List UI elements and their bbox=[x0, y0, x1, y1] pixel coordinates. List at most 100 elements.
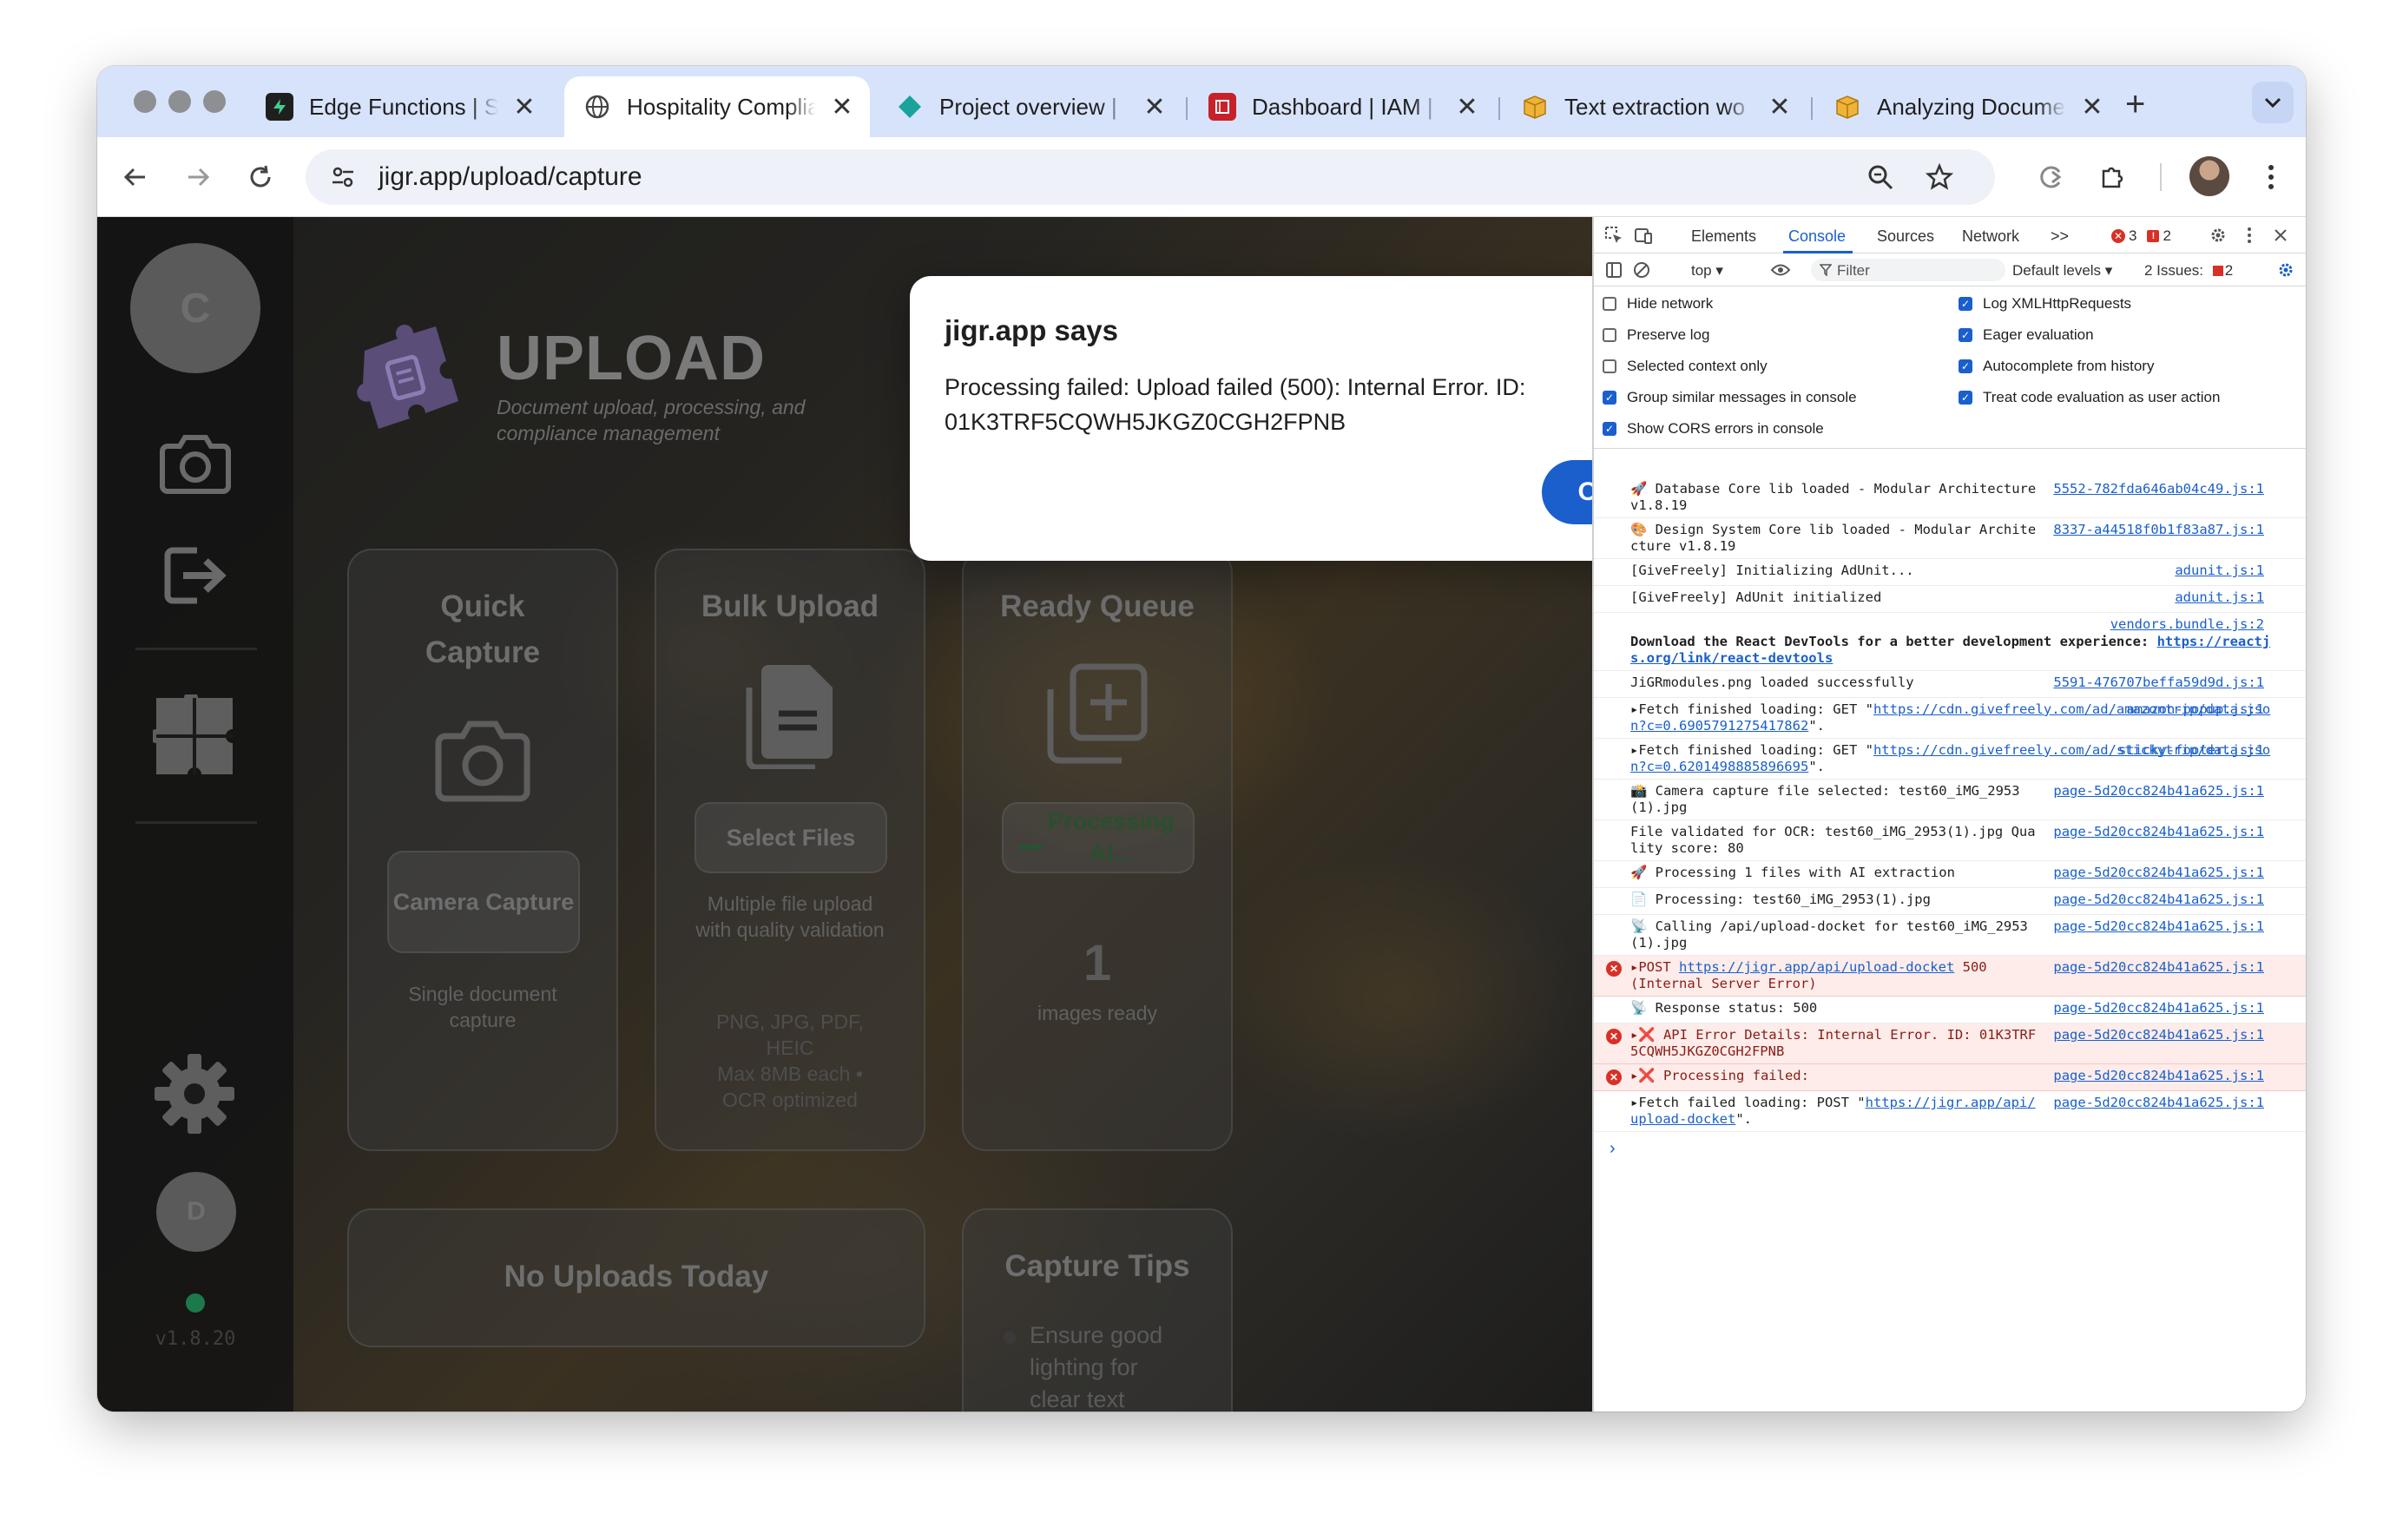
checkbox[interactable]: ✓ bbox=[1959, 328, 1972, 342]
settings-gear-icon[interactable] bbox=[2207, 224, 2229, 247]
console-filter-input[interactable]: Filter bbox=[1811, 259, 2005, 281]
setting-preserve-log[interactable]: Preserve log bbox=[1603, 326, 1709, 344]
setting-cors-errors[interactable]: ✓ Show CORS errors in console bbox=[1603, 420, 1824, 438]
more-tabs-button[interactable]: >> bbox=[2051, 227, 2069, 246]
setting-selected-context[interactable]: Selected context only bbox=[1603, 358, 1768, 375]
close-tab-icon[interactable]: ✕ bbox=[1453, 92, 1481, 122]
setting-hide-network[interactable]: Hide network bbox=[1603, 295, 1713, 313]
close-tab-icon[interactable]: ✕ bbox=[2078, 92, 2106, 122]
tab-elements[interactable]: Elements bbox=[1691, 227, 1756, 246]
log-source-link[interactable]: page-5d20cc824b41a625.js:1 bbox=[2053, 783, 2264, 800]
forward-button[interactable] bbox=[177, 156, 219, 198]
user-avatar[interactable]: C bbox=[130, 243, 260, 373]
checkbox[interactable]: ✓ bbox=[1959, 391, 1972, 405]
tab-edge-functions[interactable]: Edge Functions | S ✕ bbox=[247, 76, 552, 137]
console-prompt[interactable]: › bbox=[1594, 1132, 2306, 1159]
extensions-puzzle-icon[interactable] bbox=[2092, 156, 2134, 198]
url-text[interactable]: jigr.app/upload/capture bbox=[379, 162, 642, 192]
log-levels-dropdown[interactable]: Default levels ▾ bbox=[2012, 262, 2112, 280]
processing-ai-button[interactable]: Processing AI... bbox=[1002, 802, 1195, 873]
console-message[interactable]: ▸Fetch failed loading: POST "https://jig… bbox=[1594, 1091, 2306, 1132]
clear-console-icon[interactable] bbox=[1630, 259, 1653, 281]
tab-search-button[interactable] bbox=[2252, 82, 2294, 123]
secondary-avatar[interactable]: D bbox=[156, 1172, 236, 1252]
checkbox[interactable]: ✓ bbox=[1603, 391, 1616, 405]
log-source-link[interactable]: 5591-476707beffa59d9d.js:1 bbox=[2053, 675, 2264, 691]
close-devtools-icon[interactable] bbox=[2269, 224, 2292, 247]
log-link[interactable]: https://jigr.app/api/upload-docket bbox=[1679, 959, 1954, 975]
gear-icon[interactable] bbox=[151, 1050, 238, 1137]
setting-autocomplete[interactable]: ✓ Autocomplete from history bbox=[1959, 358, 2154, 375]
new-tab-button[interactable]: + bbox=[2125, 87, 2145, 122]
checkbox[interactable] bbox=[1603, 359, 1616, 373]
setting-eager-eval[interactable]: ✓ Eager evaluation bbox=[1959, 326, 2094, 344]
close-tab-icon[interactable]: ✕ bbox=[510, 92, 538, 122]
context-selector[interactable]: top ▾ bbox=[1691, 262, 1723, 280]
console-message[interactable]: ▸Fetch finished loading: GET "https://cd… bbox=[1594, 698, 2306, 739]
log-source-link[interactable]: 8337-a44518f0b1f83a87.js:1 bbox=[2053, 522, 2264, 538]
minimize-window-button[interactable] bbox=[168, 90, 191, 113]
log-source-link[interactable]: amazon-popup.js:1 bbox=[2126, 701, 2264, 718]
error-count-badge[interactable]: ✕ 3 ! 2 bbox=[2111, 227, 2171, 245]
log-source-link[interactable]: page-5d20cc824b41a625.js:1 bbox=[2053, 1000, 2264, 1017]
tab-network[interactable]: Network bbox=[1962, 227, 2019, 246]
tab-text-extraction[interactable]: Text extraction wo ✕ bbox=[1502, 76, 1807, 137]
log-source-link[interactable]: page-5d20cc824b41a625.js:1 bbox=[2053, 1095, 2264, 1111]
profile-avatar[interactable] bbox=[2189, 156, 2229, 196]
tab-hospitality[interactable]: Hospitality Complia ✕ bbox=[564, 76, 870, 137]
log-source-link[interactable]: sticky-footer.js:1 bbox=[2118, 742, 2264, 759]
device-toolbar-icon[interactable] bbox=[1632, 224, 1655, 247]
log-source-link[interactable]: page-5d20cc824b41a625.js:1 bbox=[2053, 918, 2264, 935]
log-source-link[interactable]: page-5d20cc824b41a625.js:1 bbox=[2053, 865, 2264, 881]
inspect-element-icon[interactable] bbox=[1603, 224, 1625, 247]
log-source-link[interactable]: page-5d20cc824b41a625.js:1 bbox=[2053, 959, 2264, 976]
setting-log-xhr[interactable]: ✓ Log XMLHttpRequests bbox=[1959, 295, 2131, 313]
zoom-icon[interactable] bbox=[1860, 156, 1901, 198]
reload-button[interactable] bbox=[240, 156, 281, 198]
tab-console[interactable]: Console bbox=[1788, 227, 1846, 246]
close-tab-icon[interactable]: ✕ bbox=[1766, 92, 1794, 122]
camera-icon[interactable] bbox=[156, 424, 234, 502]
sidebar-toggle-icon[interactable] bbox=[1603, 259, 1625, 281]
console-error[interactable]: ✕ ▸❌ Processing failed: page-5d20cc824b41a… bbox=[1594, 1064, 2306, 1091]
tab-sources[interactable]: Sources bbox=[1877, 227, 1934, 246]
checkbox[interactable]: ✓ bbox=[1959, 359, 1972, 373]
tab-dashboard-iam[interactable]: Dashboard | IAM | ✕ bbox=[1189, 76, 1495, 137]
log-source-link[interactable]: adunit.js:1 bbox=[2175, 589, 2264, 606]
checkbox[interactable]: ✓ bbox=[1603, 422, 1616, 436]
back-button[interactable] bbox=[115, 156, 156, 198]
site-settings-icon[interactable] bbox=[330, 164, 356, 190]
checkbox[interactable] bbox=[1603, 328, 1616, 342]
setting-treat-eval[interactable]: ✓ Treat code evaluation as user action bbox=[1959, 389, 2220, 406]
log-source-link[interactable]: page-5d20cc824b41a625.js:1 bbox=[2053, 1027, 2264, 1043]
log-source-link[interactable]: page-5d20cc824b41a625.js:1 bbox=[2053, 824, 2264, 840]
select-files-button[interactable]: Select Files bbox=[695, 802, 887, 873]
checkbox[interactable] bbox=[1603, 297, 1616, 311]
menu-kebab-icon[interactable] bbox=[2250, 156, 2292, 198]
log-source-link[interactable]: vendors.bundle.js:2 bbox=[2110, 616, 2264, 633]
issues-link[interactable]: 2 Issues: 2 bbox=[2144, 262, 2233, 280]
eye-icon[interactable] bbox=[1769, 259, 1792, 281]
tab-project-overview[interactable]: Project overview | ✕ bbox=[877, 76, 1182, 137]
log-source-link[interactable]: page-5d20cc824b41a625.js:1 bbox=[2053, 1068, 2264, 1084]
close-window-button[interactable] bbox=[134, 90, 156, 113]
log-source-link[interactable]: page-5d20cc824b41a625.js:1 bbox=[2053, 892, 2264, 908]
close-tab-icon[interactable]: ✕ bbox=[828, 92, 856, 122]
logout-icon[interactable] bbox=[156, 536, 234, 615]
log-source-link[interactable]: 5552-782fda646ab04c49.js:1 bbox=[2053, 481, 2264, 497]
setting-group-similar[interactable]: ✓ Group similar messages in console bbox=[1603, 389, 1857, 406]
checkbox[interactable]: ✓ bbox=[1959, 297, 1972, 311]
console-error[interactable]: ✕ ▸POST https://jigr.app/api/upload-docke… bbox=[1594, 956, 2306, 997]
console-message[interactable]: ▸Fetch finished loading: GET "https://cd… bbox=[1594, 739, 2306, 780]
extension-arrow-icon[interactable] bbox=[2030, 156, 2071, 198]
devtools-menu-icon[interactable] bbox=[2238, 224, 2261, 247]
camera-capture-button[interactable]: Camera Capture bbox=[387, 851, 580, 953]
address-bar[interactable]: jigr.app/upload/capture bbox=[306, 149, 1995, 205]
bookmark-star-icon[interactable] bbox=[1919, 156, 1960, 198]
log-source-link[interactable]: adunit.js:1 bbox=[2175, 563, 2264, 579]
tab-analyzing-docs[interactable]: Analyzing Docume ✕ bbox=[1814, 76, 2120, 137]
maximize-window-button[interactable] bbox=[203, 90, 226, 113]
console-settings-icon[interactable] bbox=[2275, 259, 2297, 281]
console-error[interactable]: ✕ ▸❌ API Error Details: Internal Error. I… bbox=[1594, 1023, 2306, 1064]
modules-puzzle-icon[interactable] bbox=[151, 693, 238, 780]
